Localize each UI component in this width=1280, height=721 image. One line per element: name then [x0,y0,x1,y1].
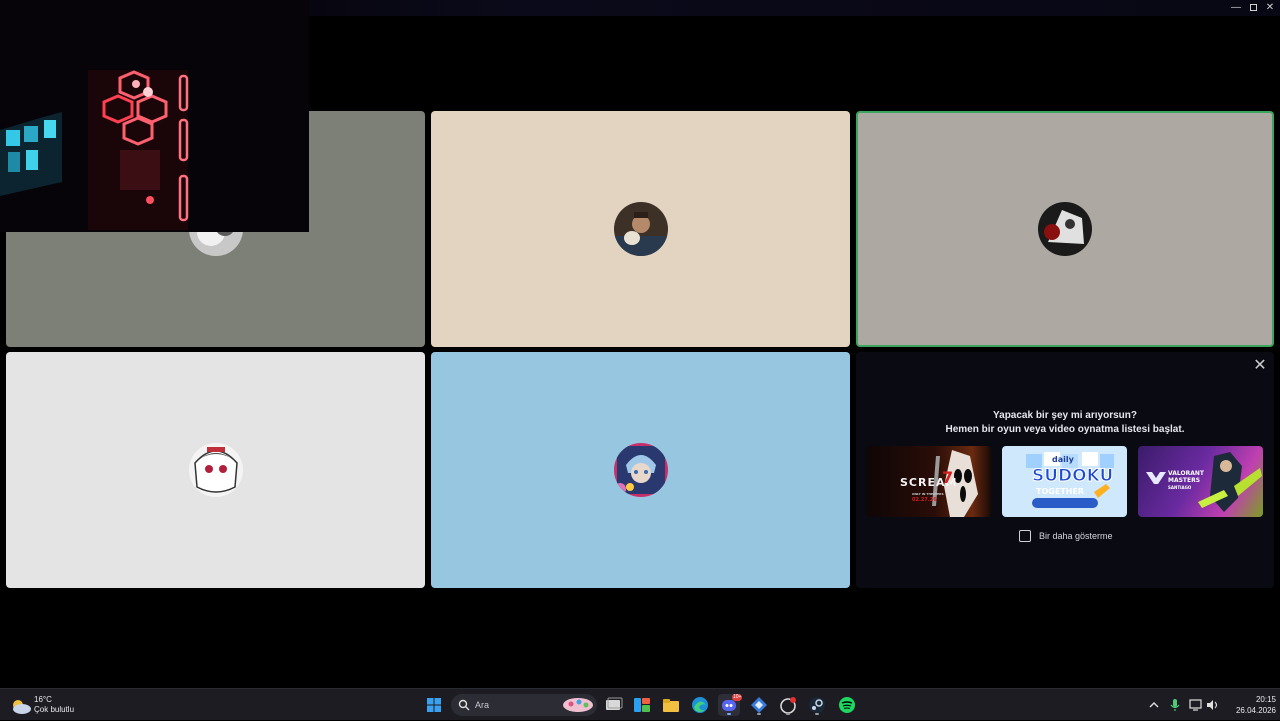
running-indicator [757,713,761,715]
maximize-icon[interactable] [1246,2,1260,14]
discord-notification-badge: 10+ [732,694,743,701]
activity-card-valorant[interactable]: VALORANT MASTERS SANTIAGO [1138,446,1263,517]
search-icon [458,699,470,711]
app-icon-cat[interactable] [777,694,799,716]
sudoku-title-main: SUDOKU [1031,466,1114,487]
valorant-title-line2: MASTERS [1168,477,1201,484]
windows-start-icon[interactable] [423,694,445,716]
task-view-icon[interactable] [602,694,624,716]
participant-tile-5[interactable] [431,352,850,588]
weather-description: Çok bulutlu [34,705,75,714]
sudoku-title-top: daily [1052,455,1074,464]
widgets-icon[interactable] [631,694,653,716]
running-indicator [786,713,790,715]
participant-avatar [188,443,243,497]
edge-browser-icon[interactable] [689,694,711,716]
volume-icon[interactable] [1205,694,1221,716]
taskbar: 16°C Çok bulutlu Ara 10+ 20:15 26.04.202… [0,688,1280,720]
participant-avatar [613,202,668,256]
close-icon[interactable]: ✕ [1252,358,1268,374]
scream-number: 7 [942,468,954,487]
weather-widget[interactable]: 16°C Çok bulutlu [8,692,98,718]
participant-tile-4[interactable] [6,352,425,588]
search-highlight-icon [563,698,593,712]
discord-icon[interactable]: 10+ [718,694,743,716]
microphone-icon[interactable] [1167,694,1183,716]
valorant-title-line3: SANTIAGO [1168,485,1192,490]
clock-date: 26.04.2026 [1235,706,1276,715]
active-indicator [727,713,731,715]
activity-card-sudoku[interactable]: daily SUDOKU TOGETHER [1002,446,1127,517]
display-icon[interactable] [1188,694,1204,716]
participant-avatar [613,443,668,497]
activity-suggestion-panel: ✕ Yapacak bir şey mi arıyorsun? Hemen bi… [856,352,1274,588]
clock-time: 20:15 [1255,695,1276,704]
sudoku-title-bottom: TOGETHER [1036,487,1085,496]
valorant-title: VALORANT MASTERS SANTIAGO [1168,470,1204,491]
app-icon-blue-diamond[interactable] [748,694,770,716]
activity-card-scream[interactable]: SCREAM 7 ONLY IN THEATERS 02.27.26 [866,446,991,517]
voice-call-window: — ✕ ✕ Yapacak bir şey mi arıyorsun? Heme… [0,0,1280,688]
cloud-icon [13,700,31,714]
valorant-title-line1: VALORANT [1168,470,1204,477]
weather-temperature: 16°C [34,695,52,704]
dont-show-again-checkbox[interactable] [1019,530,1031,542]
scream-caption: ONLY IN THEATERS [912,492,944,496]
clock[interactable]: 20:15 26.04.2026 [1224,693,1276,717]
minimize-icon[interactable]: — [1229,2,1243,14]
taskbar-search[interactable]: Ara [451,694,597,716]
participant-tile-3-speaking[interactable] [856,111,1274,347]
self-camera-preview[interactable] [0,0,309,232]
scream-date: 02.27.26 [912,497,937,503]
close-window-icon[interactable]: ✕ [1263,2,1277,14]
search-placeholder: Ara [475,700,490,710]
promo-title-line1: Yapacak bir şey mi arıyorsun? [993,410,1137,421]
steam-icon[interactable] [806,694,828,716]
file-explorer-icon[interactable] [660,694,682,716]
promo-title: Yapacak bir şey mi arıyorsun? Hemen bir … [856,409,1274,437]
participant-tile-2[interactable] [431,111,850,347]
chevron-up-icon[interactable] [1146,694,1162,716]
spotify-icon[interactable] [836,694,858,716]
dont-show-again-label[interactable]: Bir daha gösterme [1039,530,1113,542]
promo-title-line2: Hemen bir oyun veya video oynatma listes… [945,424,1185,435]
running-indicator [815,713,819,715]
participant-avatar [1038,202,1092,256]
